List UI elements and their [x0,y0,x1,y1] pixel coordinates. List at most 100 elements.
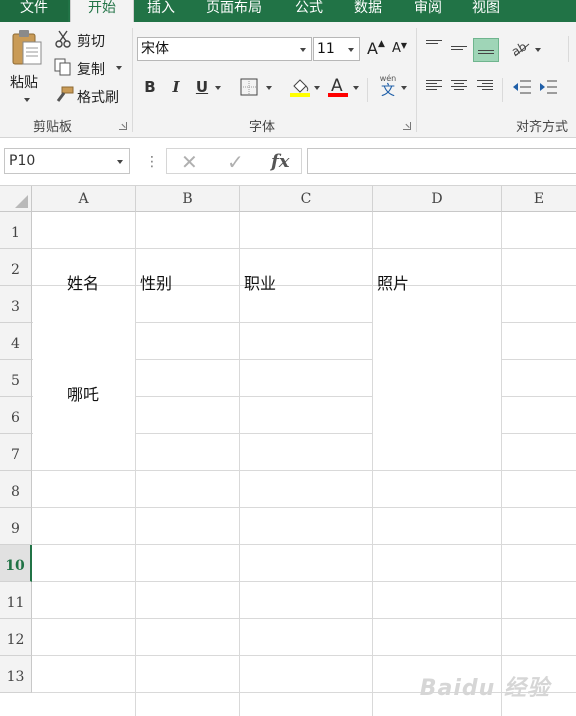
row-header-3[interactable]: 3 [0,286,32,323]
cell-d2[interactable]: 照片 [377,270,409,294]
increase-indent-icon[interactable] [538,78,558,100]
decrease-indent-icon[interactable] [512,78,532,100]
align-top-icon[interactable] [426,40,442,52]
group-separator [416,28,417,132]
formula-tools: ✕ ✓ fx [166,148,302,174]
name-box[interactable]: P10 [4,148,130,174]
cell-c2[interactable]: 职业 [244,270,276,294]
column-header-c[interactable]: C [240,186,373,212]
underline-button[interactable]: U [192,76,212,98]
row-gridline [32,470,576,471]
formula-bar-grip-icon[interactable]: ⋮ [145,154,159,170]
row-header-2[interactable]: 2 [0,249,32,286]
copy-button[interactable]: 复制 [77,59,105,79]
cell-b2[interactable]: 性别 [140,270,172,294]
row-header-6[interactable]: 6 [0,397,32,434]
font-name-select[interactable]: 宋体 [137,37,312,61]
phonetic-guide-pinyin: wén [379,74,397,83]
format-painter-button[interactable]: 格式刷 [77,87,119,107]
font-size-select[interactable]: 11 [313,37,360,61]
row-header-10[interactable]: 10 [0,545,32,582]
tab-file[interactable]: 文件 [0,0,68,22]
row-header-7[interactable]: 7 [0,434,32,471]
cancel-icon[interactable]: ✕ [181,150,198,174]
paste-label[interactable]: 粘贴 [10,72,38,92]
font-color-dropdown-icon[interactable] [353,86,359,90]
column-gridline [372,212,373,716]
tab-home[interactable]: 开始 [70,0,134,22]
fill-color-icon[interactable] [289,76,311,102]
shrink-font-button[interactable]: A▼ [392,41,407,56]
watermark-logo: Baidu 经验 [419,676,550,701]
column-header-b[interactable]: B [136,186,240,212]
align-center-icon[interactable] [451,80,467,92]
column-header-e[interactable]: E [502,186,576,212]
cut-icon[interactable] [54,30,72,52]
row-header-12[interactable]: 12 [0,619,32,656]
tab-view[interactable]: 视图 [460,0,512,22]
row-gridline [32,544,576,545]
insert-function-icon[interactable]: fx [271,151,289,172]
alignment-group-label: 对齐方式 [516,120,569,135]
row-header-11[interactable]: 11 [0,582,32,619]
paste-icon [12,30,42,65]
italic-button[interactable]: I [166,76,186,98]
row-header-1[interactable]: 1 [0,212,32,249]
align-middle-icon[interactable] [451,43,467,55]
font-launcher-icon[interactable] [403,122,411,130]
cell-a5[interactable]: 哪吒 [67,381,99,405]
borders-dropdown-icon[interactable] [266,86,272,90]
grow-font-icon: A [367,39,378,58]
row-gridline [32,507,576,508]
copy-icon[interactable] [54,58,72,80]
phonetic-dropdown-icon[interactable] [401,86,407,90]
row-header-5[interactable]: 5 [0,360,32,397]
underline-dropdown-icon[interactable] [215,86,221,90]
group-separator [367,78,368,102]
select-all-button[interactable] [0,186,32,212]
tab-review[interactable]: 审阅 [402,0,454,22]
paste-button[interactable] [10,28,44,68]
enter-icon[interactable]: ✓ [227,150,244,174]
row-header-8[interactable]: 8 [0,471,32,508]
copy-dropdown-icon[interactable] [116,66,122,70]
row-header-4[interactable]: 4 [0,323,32,360]
tab-insert[interactable]: 插入 [136,0,186,22]
align-bottom-button[interactable] [473,38,499,62]
svg-text:ab: ab [511,39,529,58]
align-right-icon[interactable] [477,80,493,92]
orientation-icon[interactable]: ab [509,38,533,62]
row-header-13[interactable]: 13 [0,656,32,693]
align-left-icon[interactable] [426,80,442,92]
row-header-9[interactable]: 9 [0,508,32,545]
font-name-value: 宋体 [141,41,169,57]
merged-cell-a3-a6[interactable] [33,293,135,439]
clipboard-launcher-icon[interactable] [119,122,127,130]
font-color-icon[interactable]: A [327,74,349,102]
cell-a2[interactable]: 姓名 [67,270,99,294]
grow-font-button[interactable]: A▲ [367,39,385,58]
chevron-down-icon [348,48,354,52]
paste-dropdown-icon[interactable] [24,98,30,102]
borders-icon[interactable] [240,78,258,100]
orientation-dropdown-icon[interactable] [535,48,541,52]
tab-page-layout[interactable]: 页面布局 [194,0,274,22]
phonetic-guide-char: 文 [381,83,395,99]
column-header-a[interactable]: A [32,186,136,212]
phonetic-guide-icon[interactable]: wén 文 [377,74,399,100]
group-separator [502,78,503,102]
bold-button[interactable]: B [140,76,160,98]
align-bottom-icon [478,47,494,59]
font-size-value: 11 [317,41,335,57]
cut-button[interactable]: 剪切 [77,31,105,51]
merged-cell-d3-d6[interactable] [373,293,501,439]
tab-data[interactable]: 数据 [342,0,394,22]
tab-formulas[interactable]: 公式 [282,0,336,22]
format-painter-icon[interactable] [54,86,74,108]
column-header-d[interactable]: D [373,186,502,212]
fill-color-dropdown-icon[interactable] [314,86,320,90]
column-gridline [239,212,240,716]
row-gridline [32,285,576,286]
formula-input[interactable] [307,148,576,174]
group-separator [132,28,133,132]
